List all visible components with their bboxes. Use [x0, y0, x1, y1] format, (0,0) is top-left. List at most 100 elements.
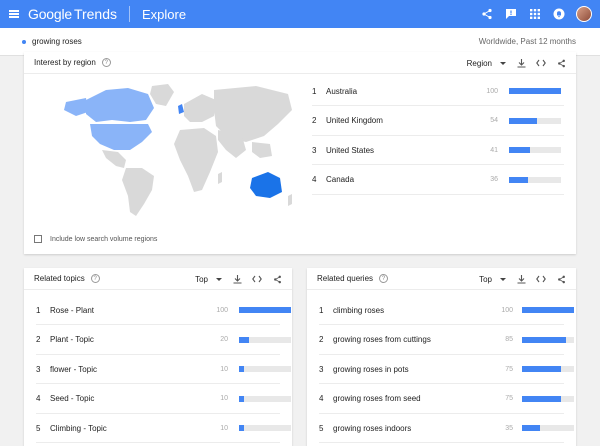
- region-select[interactable]: Region: [467, 59, 506, 68]
- list-item[interactable]: 1 climbing roses 100: [319, 296, 574, 325]
- list-item[interactable]: 2 growing roses from cuttings 85: [319, 326, 574, 355]
- value-bar-fill: [509, 117, 538, 124]
- feedback-icon[interactable]: [504, 7, 518, 21]
- value-bar-track: [239, 336, 291, 343]
- card-title: Related topics: [34, 274, 85, 283]
- value-bar-track: [239, 366, 291, 372]
- card-title: Related queries: [317, 274, 374, 283]
- map-region-greenland: [150, 84, 174, 106]
- share-icon[interactable]: [272, 274, 282, 284]
- header-divider: [129, 6, 131, 22]
- item-label[interactable]: Rose - Plant: [50, 306, 94, 315]
- apps-grid-icon[interactable]: [528, 7, 542, 21]
- card-tools: Region: [467, 52, 566, 74]
- low-volume-checkbox[interactable]: [34, 235, 42, 243]
- topics-filter-label: Top: [195, 274, 208, 284]
- item-value: 75: [505, 365, 513, 373]
- rank-number: 2: [312, 116, 317, 125]
- value-bar-fill: [509, 88, 561, 94]
- rank-number: 2: [36, 335, 41, 344]
- list-item[interactable]: 2 Plant - Topic 20: [36, 326, 291, 355]
- share-icon[interactable]: [556, 58, 566, 68]
- list-item[interactable]: 1 Rose - Plant 100: [36, 296, 291, 325]
- item-label[interactable]: Climbing - Topic: [50, 424, 107, 433]
- item-label[interactable]: growing roses in pots: [333, 365, 409, 374]
- value-bar-track: [509, 117, 561, 124]
- help-icon[interactable]: ?: [90, 274, 100, 283]
- download-icon[interactable]: [232, 274, 242, 284]
- item-label[interactable]: Seed - Topic: [50, 394, 94, 403]
- help-icon[interactable]: ?: [101, 58, 111, 67]
- list-item[interactable]: 5 Climbing - Topic 10: [36, 414, 291, 443]
- download-icon[interactable]: [516, 274, 526, 284]
- item-label[interactable]: Australia: [326, 87, 357, 96]
- related-queries-card: Related queries ? Top 1 climbing roses 100…: [307, 268, 576, 446]
- card-tools: Top: [195, 268, 282, 290]
- list-item[interactable]: 3 United States 41: [312, 136, 564, 165]
- map-region-africa: [174, 128, 218, 192]
- notifications-icon[interactable]: [552, 7, 566, 21]
- download-icon[interactable]: [516, 58, 526, 68]
- item-label[interactable]: climbing roses: [333, 306, 384, 315]
- list-item[interactable]: 3 flower - Topic 10: [36, 355, 291, 384]
- embed-code-icon[interactable]: [536, 274, 546, 284]
- item-value: 75: [505, 395, 513, 402]
- item-value: 54: [490, 117, 498, 124]
- google-trends-logo[interactable]: Google Trends: [28, 6, 117, 22]
- rank-number: 4: [319, 394, 324, 403]
- queries-filter-label: Top: [479, 274, 492, 284]
- chevron-down-icon: [216, 277, 222, 281]
- brand-google: Google: [28, 6, 72, 22]
- list-item[interactable]: 3 growing roses in pots 75: [319, 355, 574, 384]
- rank-number: 3: [36, 364, 41, 374]
- list-item[interactable]: 4 Seed - Topic 10: [36, 385, 291, 414]
- rank-number: 5: [319, 423, 324, 433]
- value-bar-track: [522, 425, 574, 431]
- item-label[interactable]: growing roses from seed: [333, 394, 421, 403]
- value-bar-track: [509, 88, 561, 94]
- item-label[interactable]: United States: [326, 146, 374, 155]
- value-bar-track: [509, 147, 561, 153]
- list-item[interactable]: 1 Australia 100: [312, 77, 564, 106]
- item-label[interactable]: growing roses from cuttings: [333, 335, 431, 344]
- map-region-madagascar: [218, 172, 222, 184]
- world-map[interactable]: [56, 80, 296, 220]
- embed-code-icon[interactable]: [252, 274, 262, 284]
- list-item[interactable]: 5 growing roses indoors 35: [319, 414, 574, 443]
- topics-filter-select[interactable]: Top: [195, 275, 222, 284]
- search-scope[interactable]: Worldwide, Past 12 months: [479, 37, 576, 46]
- card-tools: Top: [479, 268, 566, 290]
- value-bar-fill: [522, 307, 574, 313]
- help-icon[interactable]: ?: [379, 274, 389, 283]
- value-bar-track: [522, 366, 574, 372]
- list-item[interactable]: 2 United Kingdom 54: [312, 107, 564, 136]
- value-bar-fill: [239, 395, 245, 402]
- item-value: 100: [216, 306, 228, 314]
- queries-filter-select[interactable]: Top: [479, 275, 506, 284]
- rank-number: 2: [319, 335, 324, 344]
- list-item[interactable]: 4 growing roses from seed 75: [319, 385, 574, 414]
- item-label[interactable]: United Kingdom: [326, 116, 383, 125]
- item-value: 100: [486, 87, 498, 95]
- value-bar-fill: [509, 176, 528, 183]
- share-icon[interactable]: [480, 7, 494, 21]
- map-region-mexico: [102, 150, 126, 168]
- item-label[interactable]: Canada: [326, 175, 354, 184]
- menu-icon[interactable]: [0, 0, 28, 28]
- item-label[interactable]: flower - Topic: [50, 365, 97, 374]
- map-region-south-america: [122, 168, 154, 216]
- term-color-dot: [22, 39, 26, 44]
- item-label[interactable]: Plant - Topic: [50, 335, 94, 344]
- list-item[interactable]: 4 Canada 36: [312, 166, 564, 195]
- item-label[interactable]: growing roses indoors: [333, 424, 411, 433]
- item-value: 100: [501, 306, 513, 314]
- search-term[interactable]: growing roses: [32, 37, 82, 46]
- value-bar-fill: [239, 425, 245, 431]
- value-bar-fill: [522, 425, 541, 431]
- map-region-new-zealand: [288, 194, 292, 206]
- embed-code-icon[interactable]: [536, 58, 546, 68]
- page-title: Explore: [142, 6, 187, 22]
- value-bar-track: [509, 176, 561, 183]
- avatar[interactable]: [576, 6, 592, 22]
- share-icon[interactable]: [556, 274, 566, 284]
